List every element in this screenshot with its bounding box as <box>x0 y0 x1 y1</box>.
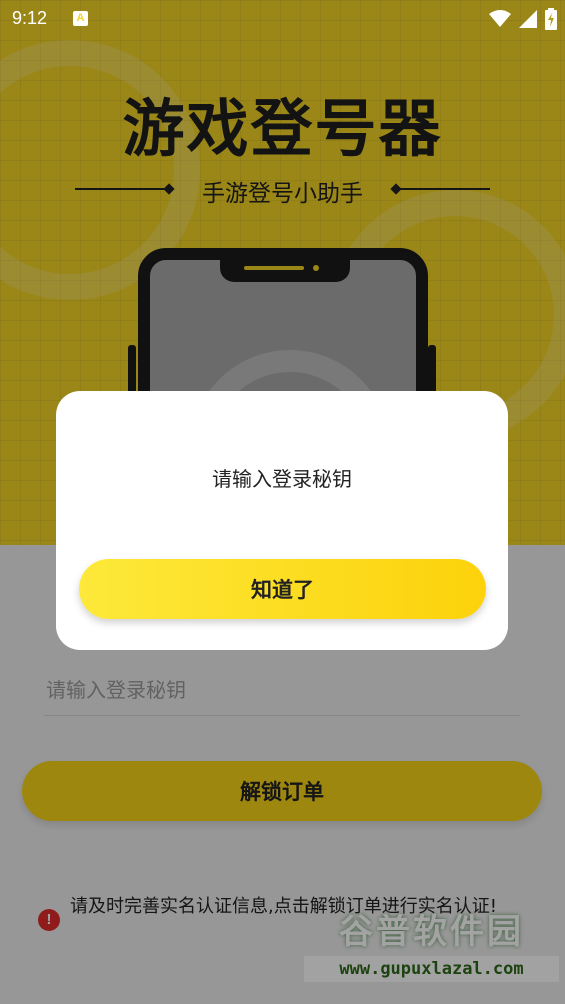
signal-icon <box>519 10 537 32</box>
confirm-button[interactable]: 知道了 <box>79 559 486 619</box>
status-time: 9:12 <box>12 8 48 28</box>
dialog-message: 请输入登录秘钥 <box>212 467 352 491</box>
status-icons <box>489 8 557 34</box>
battery-icon <box>545 8 557 34</box>
wifi-icon <box>489 10 511 32</box>
notification-icon: A <box>73 11 88 26</box>
status-bar: 9:12 A <box>0 0 565 38</box>
alert-dialog: 请输入登录秘钥 知道了 <box>56 391 508 650</box>
